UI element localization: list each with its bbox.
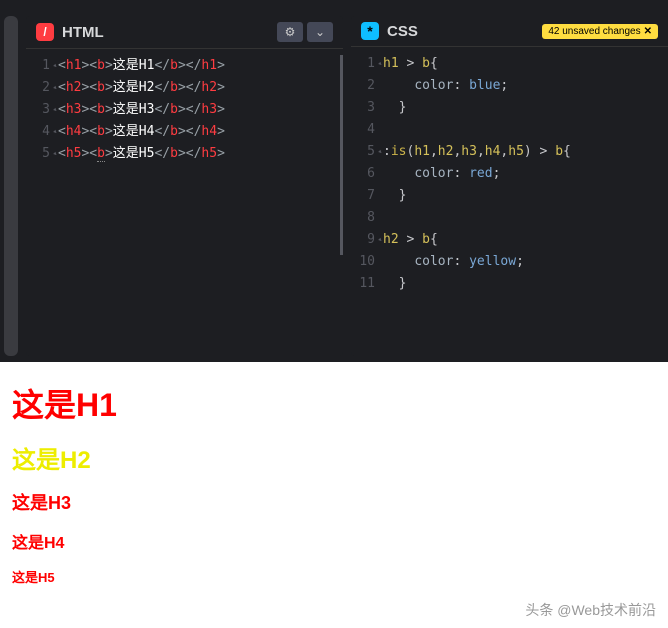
code-line[interactable]: color: red; bbox=[383, 163, 668, 185]
line-number: 6 bbox=[351, 163, 375, 185]
line-number: 3 bbox=[26, 99, 50, 121]
css-panel-icon: * bbox=[361, 22, 379, 40]
line-number: 4 bbox=[26, 121, 50, 143]
css-panel: * CSS 42 unsaved changes ✕ 1234567891011… bbox=[351, 16, 668, 356]
html-panel-header: / HTML ⚙ ⌄ bbox=[26, 16, 343, 49]
code-line[interactable]: <h2><b>这是H2</b></h2> bbox=[58, 77, 343, 99]
code-line[interactable]: color: blue; bbox=[383, 75, 668, 97]
code-line[interactable]: color: yellow; bbox=[383, 251, 668, 273]
html-panel-icon: / bbox=[36, 23, 54, 41]
line-number: 4 bbox=[351, 119, 375, 141]
html-code-editor[interactable]: 12345 <h1><b>这是H1</b></h1><h2><b>这是H2</b… bbox=[26, 49, 343, 356]
code-line[interactable]: } bbox=[383, 273, 668, 295]
line-number: 5 bbox=[26, 143, 50, 165]
expand-button[interactable]: ⌄ bbox=[307, 22, 333, 42]
line-number: 3 bbox=[351, 97, 375, 119]
preview-h4: 这是H4 bbox=[12, 529, 656, 553]
line-number: 1 bbox=[26, 55, 50, 77]
code-line[interactable]: h2 > b{ bbox=[383, 229, 668, 251]
code-line[interactable]: :is(h1,h2,h3,h4,h5) > b{ bbox=[383, 141, 668, 163]
unsaved-changes-label: 42 unsaved changes bbox=[548, 26, 640, 37]
code-line[interactable]: } bbox=[383, 97, 668, 119]
line-number: 10 bbox=[351, 251, 375, 273]
line-number: 5 bbox=[351, 141, 375, 163]
preview-area: 这是H1 这是H2 这是H3 这是H4 这是H5 bbox=[0, 362, 668, 628]
preview-h1: 这是H1 bbox=[12, 380, 656, 426]
line-number: 11 bbox=[351, 273, 375, 295]
preview-h2: 这是H2 bbox=[12, 440, 656, 475]
html-panel: / HTML ⚙ ⌄ 12345 <h1><b>这是H1</b></h1><h2… bbox=[26, 16, 343, 356]
line-number: 2 bbox=[351, 75, 375, 97]
css-code-editor[interactable]: 1234567891011 h1 > b{ color: blue; } :is… bbox=[351, 47, 668, 356]
unsaved-changes-badge[interactable]: 42 unsaved changes ✕ bbox=[542, 24, 658, 39]
settings-button[interactable]: ⚙ bbox=[277, 22, 303, 42]
line-number: 7 bbox=[351, 185, 375, 207]
watermark-text: 头条 @Web技术前沿 bbox=[525, 600, 656, 620]
html-scrollbar-thumb[interactable] bbox=[340, 55, 343, 255]
code-line[interactable]: <h3><b>这是H3</b></h3> bbox=[58, 99, 343, 121]
line-number: 8 bbox=[351, 207, 375, 229]
close-icon: ✕ bbox=[644, 26, 652, 37]
editor-area: / HTML ⚙ ⌄ 12345 <h1><b>这是H1</b></h1><h2… bbox=[0, 0, 668, 362]
html-panel-title: HTML bbox=[62, 24, 269, 41]
code-line[interactable]: <h4><b>这是H4</b></h4> bbox=[58, 121, 343, 143]
css-panel-title: CSS bbox=[387, 23, 534, 40]
code-line[interactable]: <h1><b>这是H1</b></h1> bbox=[58, 55, 343, 77]
preview-h3: 这是H3 bbox=[12, 489, 656, 515]
css-panel-header: * CSS 42 unsaved changes ✕ bbox=[351, 16, 668, 47]
gear-icon: ⚙ bbox=[285, 25, 296, 39]
code-line[interactable]: h1 > b{ bbox=[383, 53, 668, 75]
left-scrollbar[interactable] bbox=[4, 16, 18, 356]
code-line[interactable]: } bbox=[383, 185, 668, 207]
line-number: 9 bbox=[351, 229, 375, 251]
code-line[interactable] bbox=[383, 119, 668, 141]
code-line[interactable]: <h5><b>这是H5</b></h5> bbox=[58, 143, 343, 165]
code-line[interactable] bbox=[383, 207, 668, 229]
line-number: 2 bbox=[26, 77, 50, 99]
line-number: 1 bbox=[351, 53, 375, 75]
chevron-down-icon: ⌄ bbox=[315, 25, 325, 39]
preview-h5: 这是H5 bbox=[12, 567, 656, 586]
